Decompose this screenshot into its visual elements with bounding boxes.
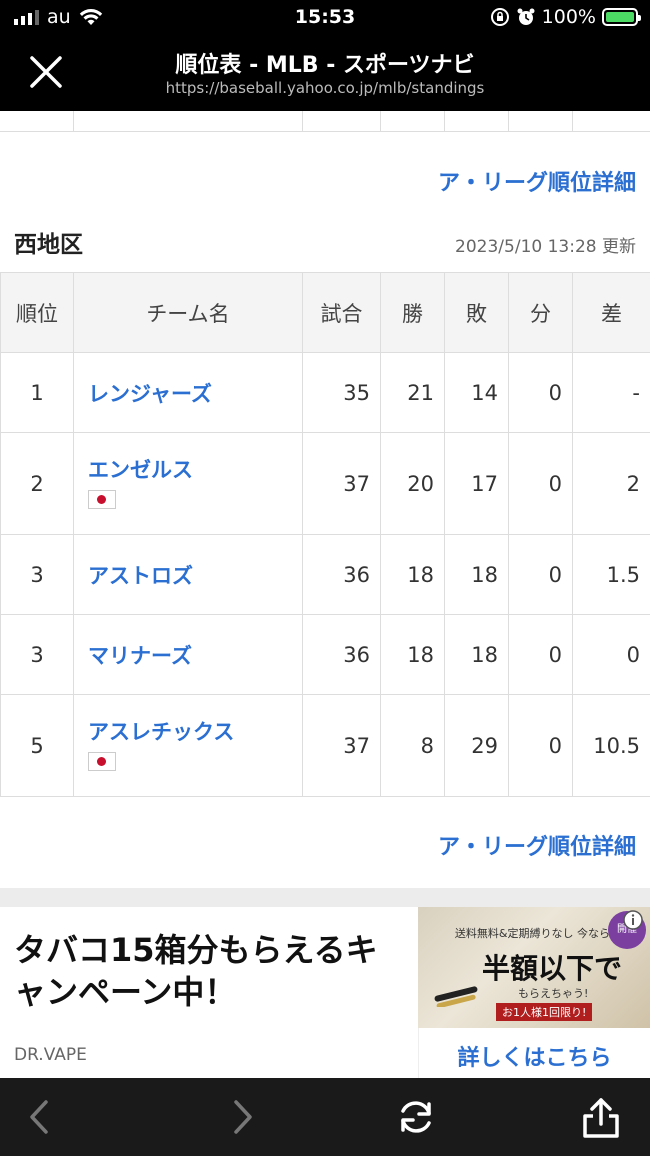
ad-image[interactable]: 送料無料&定期縛りなし 今なら 半額以下で もらえちゃう! お1人様1回限り! … (418, 907, 650, 1028)
team-link[interactable]: マリナーズ (88, 640, 302, 670)
wins-cell: 20 (380, 432, 445, 535)
close-icon[interactable] (24, 50, 68, 94)
games-cell: 37 (302, 432, 381, 535)
team-cell: エンゼルス (73, 432, 303, 535)
header-losses: 敗 (444, 272, 509, 353)
header-draws: 分 (508, 272, 573, 353)
header-games: 試合 (302, 272, 381, 353)
header-games-behind: 差 (572, 272, 650, 353)
losses-cell: 18 (444, 614, 509, 695)
standings-table: 順位 チーム名 試合 勝 敗 分 差 1 レンジャーズ 35 21 14 0 -… (0, 272, 650, 797)
games-behind-cell: 0 (572, 614, 650, 695)
table-header-row: 順位 チーム名 試合 勝 敗 分 差 (0, 272, 650, 353)
battery-percent: 100% (541, 6, 596, 28)
back-icon[interactable] (18, 1094, 64, 1140)
games-behind-cell: - (572, 352, 650, 433)
header-rank: 順位 (0, 272, 74, 353)
ad-cta-area[interactable]: 詳しくはこちら (418, 1028, 650, 1078)
page-content[interactable]: ア・リーグ順位詳細 西地区 2023/5/10 13:28 更新 順位 チーム名… (0, 111, 650, 1078)
browser-toolbar (0, 1078, 650, 1156)
al-standings-link-top[interactable]: ア・リーグ順位詳細 (438, 165, 636, 197)
ad-headline[interactable]: タバコ15箱分もらえるキャンペーン中！ (14, 929, 409, 1013)
games-cell: 35 (302, 352, 381, 433)
team-cell: マリナーズ (73, 614, 303, 695)
losses-cell: 29 (444, 694, 509, 797)
ad-brand: DR.VAPE (14, 1045, 87, 1065)
header-wins: 勝 (380, 272, 445, 353)
games-behind-cell: 2 (572, 432, 650, 535)
team-link[interactable]: レンジャーズ (88, 378, 302, 408)
vape-pen-image (434, 986, 478, 1007)
table-row: 2 エンゼルス 37 20 17 0 2 (0, 432, 650, 535)
team-cell: アストロズ (73, 534, 303, 615)
lock-rotation-icon (490, 8, 509, 26)
draws-cell: 0 (508, 614, 573, 695)
advertisement[interactable]: タバコ15箱分もらえるキャンペーン中！ DR.VAPE 送料無料&定期縛りなし … (0, 907, 650, 1078)
draws-cell: 0 (508, 534, 573, 615)
rank-cell: 5 (0, 694, 74, 797)
wins-cell: 18 (380, 614, 445, 695)
team-link[interactable]: アストロズ (88, 560, 302, 590)
losses-cell: 17 (444, 432, 509, 535)
wins-cell: 21 (380, 352, 445, 433)
draws-cell: 0 (508, 352, 573, 433)
draws-cell: 0 (508, 694, 573, 797)
alarm-icon (517, 8, 535, 25)
table-row: 3 マリナーズ 36 18 18 0 0 (0, 614, 650, 695)
header-team: チーム名 (73, 272, 303, 353)
draws-cell: 0 (508, 432, 573, 535)
forward-icon[interactable] (218, 1094, 264, 1140)
ad-image-headline: 半額以下で (482, 952, 623, 985)
page-title: 順位表 - MLB - スポーツナビ (175, 53, 475, 78)
games-behind-cell: 1.5 (572, 534, 650, 615)
table-row: 1 レンジャーズ 35 21 14 0 - (0, 352, 650, 433)
page-url: https://baseball.yahoo.co.jp/mlb/standin… (165, 79, 485, 97)
reload-icon[interactable] (393, 1094, 439, 1140)
losses-cell: 14 (444, 352, 509, 433)
japan-flag-icon (88, 489, 116, 509)
ad-cta-link[interactable]: 詳しくはこちら (419, 1040, 650, 1072)
table-row: 3 アストロズ 36 18 18 0 1.5 (0, 534, 650, 615)
status-right: 100% (490, 6, 641, 28)
wins-cell: 18 (380, 534, 445, 615)
share-icon[interactable] (578, 1094, 624, 1140)
games-behind-cell: 10.5 (572, 694, 650, 797)
team-cell: レンジャーズ (73, 352, 303, 433)
team-link[interactable]: エンゼルス (88, 454, 302, 484)
wins-cell: 8 (380, 694, 445, 797)
rank-cell: 3 (0, 614, 74, 695)
games-cell: 37 (302, 694, 381, 797)
browser-header: 順位表 - MLB - スポーツナビ https://baseball.yaho… (0, 34, 650, 111)
info-icon[interactable] (622, 909, 644, 931)
battery-icon (602, 8, 641, 26)
previous-table-row (0, 111, 650, 132)
games-cell: 36 (302, 614, 381, 695)
table-row: 5 アスレチックス 37 8 29 0 10.5 (0, 694, 650, 797)
rank-cell: 3 (0, 534, 74, 615)
updated-timestamp: 2023/5/10 13:28 更新 (455, 237, 636, 257)
status-bar: au 15:53 100% (0, 0, 650, 34)
team-cell: アスレチックス (73, 694, 303, 797)
ad-image-caption: 送料無料&定期縛りなし 今なら (454, 927, 610, 940)
team-link[interactable]: アスレチックス (88, 716, 302, 746)
rank-cell: 2 (0, 432, 74, 535)
section-divider (0, 888, 650, 907)
japan-flag-icon (88, 751, 116, 771)
rank-cell: 1 (0, 352, 74, 433)
division-title: 西地区 (14, 232, 83, 258)
al-standings-link-bottom[interactable]: ア・リーグ順位詳細 (438, 829, 636, 861)
games-cell: 36 (302, 534, 381, 615)
ad-image-subtext: もらえちゃう! (518, 987, 589, 1000)
losses-cell: 18 (444, 534, 509, 615)
ad-image-limit: お1人様1回限り! (496, 1003, 593, 1021)
